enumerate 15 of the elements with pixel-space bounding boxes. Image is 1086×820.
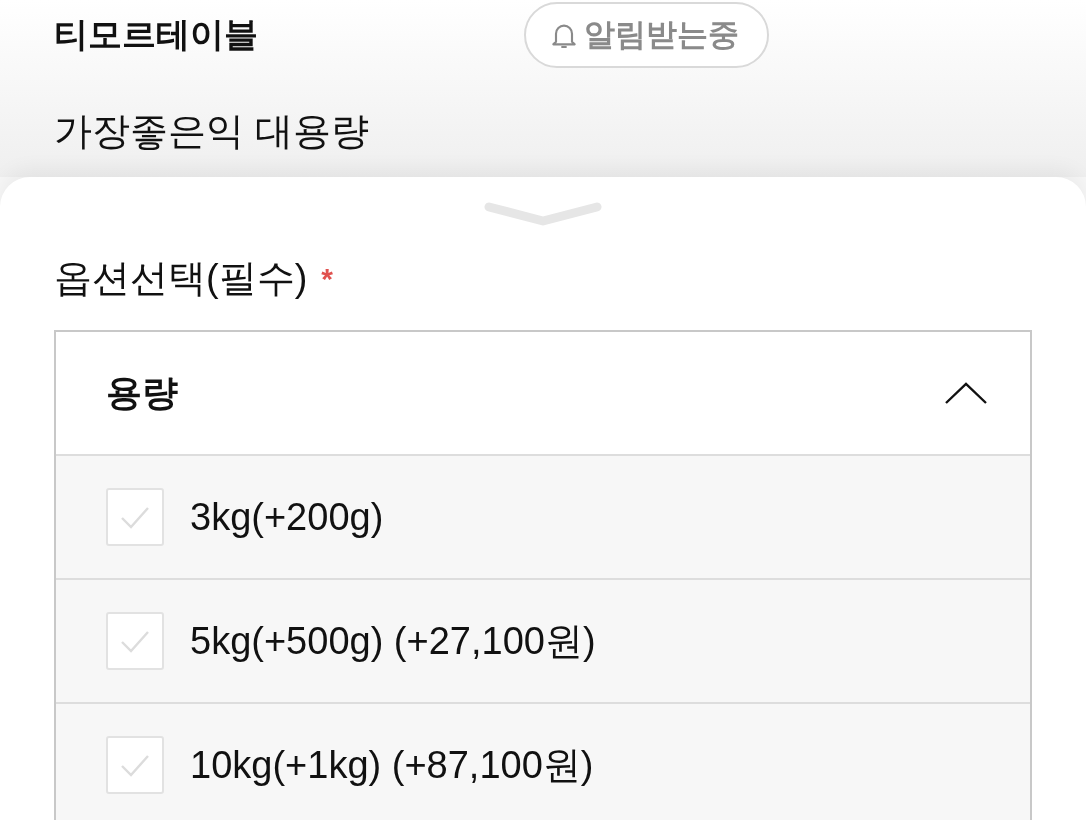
chevron-icon [944, 381, 988, 405]
option-label: 3kg(+200g) [190, 495, 384, 539]
brand-name: 티모르테이블 [54, 14, 259, 55]
checkbox[interactable] [106, 612, 164, 670]
option-label: 5kg(+500g) (+27,100원) [190, 618, 596, 664]
option-row[interactable]: 10kg(+1kg) (+87,100원) [56, 704, 1030, 820]
option-row[interactable]: 5kg(+500g) (+27,100원) [56, 580, 1030, 704]
checkbox[interactable] [106, 736, 164, 794]
option-label: 10kg(+1kg) (+87,100원) [190, 742, 594, 788]
option-row[interactable]: 3kg(+200g) [56, 456, 1030, 580]
required-mark: * [321, 261, 333, 296]
section-label: 옵션선택(필수) [54, 256, 308, 301]
dropdown-header[interactable]: 용량 [56, 332, 1030, 456]
product-title: 가장좋은익 대용량 [54, 109, 370, 154]
checkbox[interactable] [106, 488, 164, 546]
